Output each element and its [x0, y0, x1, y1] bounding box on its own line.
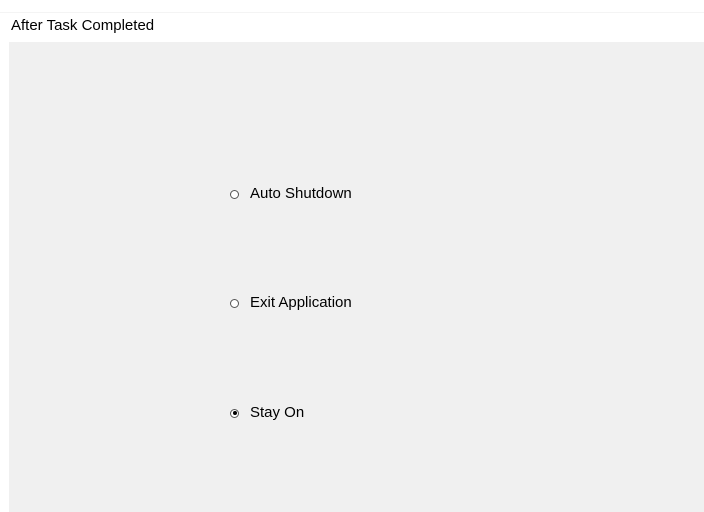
options-panel: Auto Shutdown Exit Application Stay On [9, 42, 704, 512]
radio-label: Exit Application [250, 294, 352, 311]
radio-button-icon[interactable] [230, 189, 239, 199]
radio-button-checked-icon[interactable] [230, 408, 239, 418]
radio-option-stay-on[interactable]: Stay On [230, 402, 304, 424]
section-title: After Task Completed [11, 17, 155, 34]
top-border [0, 0, 704, 13]
radio-label: Auto Shutdown [250, 185, 352, 202]
radio-option-auto-shutdown[interactable]: Auto Shutdown [230, 183, 352, 205]
radio-button-icon[interactable] [230, 298, 239, 308]
section-header: After Task Completed [0, 13, 704, 42]
settings-window: After Task Completed Auto Shutdown Exit … [0, 0, 704, 512]
left-margin [0, 42, 9, 512]
radio-label: Stay On [250, 404, 305, 421]
radio-option-exit-application[interactable]: Exit Application [230, 292, 352, 314]
